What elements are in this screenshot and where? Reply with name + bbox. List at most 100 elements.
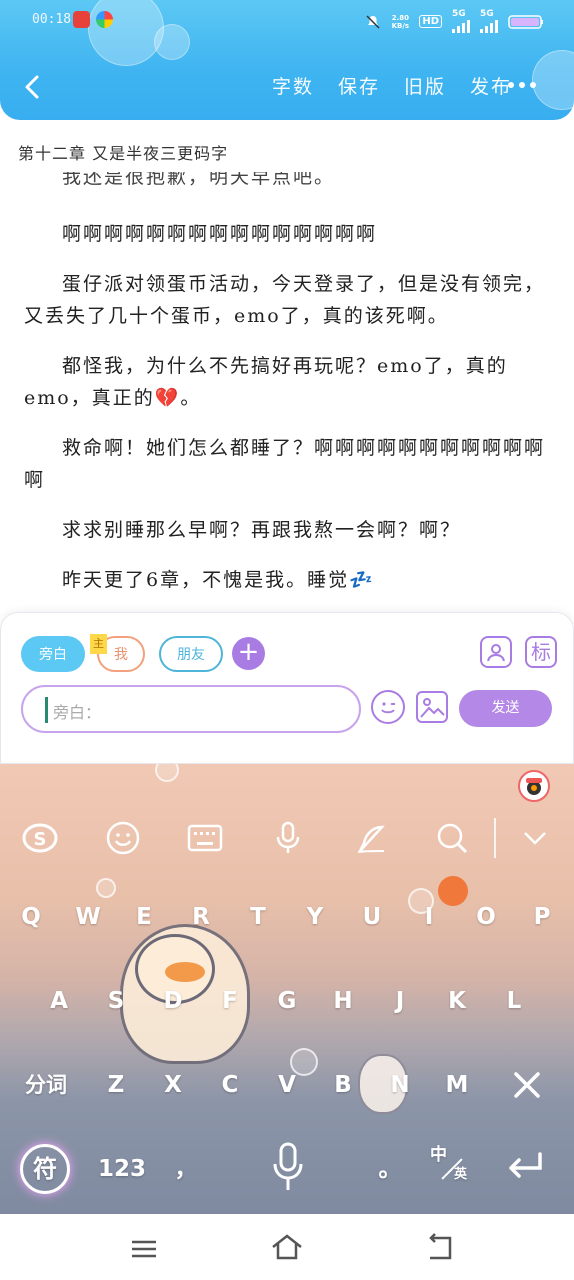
- key-b[interactable]: B: [321, 1060, 365, 1110]
- cut-off-line: 我还是很抱歉，明天早点吧。: [62, 172, 336, 188]
- smiley-icon: [381, 702, 395, 714]
- status-right: 2.80 KB/s HD 5G 5G: [365, 10, 544, 33]
- key-v[interactable]: V: [265, 1060, 309, 1110]
- key-comma[interactable]: ，: [164, 1144, 208, 1194]
- key-fenci[interactable]: 分词: [14, 1060, 78, 1110]
- enter-icon: [509, 1152, 542, 1178]
- lang-en-label: 英: [454, 1167, 468, 1182]
- chevron-left-icon: [25, 75, 39, 99]
- paragraph: 求求别睡那么早啊？再跟我熬一会啊？啊？: [62, 519, 462, 541]
- key-k[interactable]: K: [435, 976, 479, 1026]
- quill-icon: [357, 825, 385, 853]
- emoji-button[interactable]: [371, 690, 405, 724]
- image-icon: [420, 698, 445, 718]
- enter-key[interactable]: [502, 1144, 546, 1194]
- word-count-button[interactable]: 字数: [272, 72, 314, 99]
- text-caret: [45, 697, 48, 723]
- space-voice-key[interactable]: [266, 1140, 310, 1200]
- key-numbers[interactable]: 123: [92, 1144, 152, 1194]
- article-body[interactable]: 啊啊啊啊啊啊啊啊啊啊啊啊啊啊啊 蛋仔派对领蛋币活动，今天登录了，但是没有领完，又…: [24, 218, 554, 614]
- key-f[interactable]: F: [208, 976, 252, 1026]
- key-p[interactable]: P: [520, 892, 564, 942]
- key-symbols[interactable]: 符: [20, 1144, 70, 1194]
- handwriting-button[interactable]: [349, 816, 393, 860]
- key-o[interactable]: O: [464, 892, 508, 942]
- hd-badge: HD: [419, 15, 442, 28]
- home-button[interactable]: [270, 1232, 304, 1262]
- emoji-keyboard-button[interactable]: [101, 816, 145, 860]
- dialogue-input[interactable]: 旁白：: [21, 685, 361, 733]
- back-button[interactable]: [18, 72, 48, 102]
- key-i[interactable]: I: [407, 892, 451, 942]
- paragraph: 蛋仔派对领蛋币活动，今天登录了，但是没有领完，又丢失了几十个蛋币，emo了，真的…: [24, 273, 546, 327]
- collapse-keyboard-button[interactable]: [513, 816, 557, 860]
- image-button[interactable]: [416, 691, 448, 723]
- key-d[interactable]: D: [151, 976, 195, 1026]
- decor-bubble: [155, 764, 179, 782]
- nav-bar: 字数 保存 旧版 发布: [0, 60, 574, 116]
- history-button[interactable]: 旧版: [404, 72, 446, 99]
- search-icon: [437, 823, 468, 854]
- key-g[interactable]: G: [265, 976, 309, 1026]
- dialogue-panel: 旁白 我 主 朋友 + 标 旁白： 发送: [0, 612, 574, 764]
- save-button[interactable]: 保存: [338, 72, 380, 99]
- key-period[interactable]: 。: [368, 1144, 412, 1194]
- recents-button[interactable]: [128, 1234, 160, 1262]
- mute-icon: [366, 14, 380, 29]
- key-h[interactable]: H: [321, 976, 365, 1026]
- key-u[interactable]: U: [350, 892, 394, 942]
- key-a[interactable]: A: [37, 976, 81, 1026]
- toolbar-divider: [494, 818, 496, 858]
- microphone-icon: [276, 821, 300, 853]
- app-root: 00:18 2.80 KB/s HD 5G 5G 字数 保存 旧版 发布 第十二…: [0, 0, 574, 1280]
- signal-2: 5G: [480, 10, 498, 33]
- search-button[interactable]: [430, 816, 474, 860]
- header-bar: 00:18 2.80 KB/s HD 5G 5G 字数 保存 旧版 发布: [0, 0, 574, 120]
- lang-zh-label: 中: [430, 1145, 447, 1165]
- key-q[interactable]: Q: [9, 892, 53, 942]
- key-s[interactable]: S: [94, 976, 138, 1026]
- key-e[interactable]: E: [122, 892, 166, 942]
- key-x[interactable]: X: [151, 1060, 195, 1110]
- status-time: 00:18: [32, 12, 72, 27]
- person-icon: [487, 644, 505, 662]
- tab-narration[interactable]: 旁白: [21, 636, 85, 672]
- main-role-tag: 主: [90, 634, 107, 654]
- key-w[interactable]: W: [66, 892, 110, 942]
- keyboard-mascot-icon[interactable]: [518, 770, 550, 802]
- key-t[interactable]: T: [236, 892, 280, 942]
- key-c[interactable]: C: [208, 1060, 252, 1110]
- key-z[interactable]: Z: [94, 1060, 138, 1110]
- paragraph: 啊啊啊啊啊啊啊啊啊啊啊啊啊啊啊: [62, 223, 378, 245]
- keyboard-layout-button[interactable]: [183, 816, 227, 860]
- voice-input-button[interactable]: [266, 816, 310, 860]
- key-r[interactable]: R: [179, 892, 223, 942]
- back-nav-button[interactable]: [424, 1232, 456, 1262]
- home-icon: [272, 1234, 302, 1260]
- role-manage-button[interactable]: [480, 636, 512, 668]
- input-placeholder: 旁白：: [53, 703, 102, 722]
- net-speed: 2.80 KB/s: [391, 13, 410, 30]
- key-y[interactable]: Y: [293, 892, 337, 942]
- more-dot-icon: [508, 82, 514, 88]
- key-l[interactable]: L: [492, 976, 536, 1026]
- paragraph: 昨天更了6章，不愧是我。睡觉💤: [62, 569, 375, 591]
- key-j[interactable]: J: [378, 976, 422, 1026]
- key-m[interactable]: M: [435, 1060, 479, 1110]
- language-switch-key[interactable]: 中 英: [424, 1144, 478, 1198]
- chevron-down-icon: [524, 832, 546, 845]
- signal-1: 5G: [452, 10, 470, 33]
- mark-button[interactable]: 标: [525, 636, 557, 668]
- backspace-key[interactable]: [505, 1060, 549, 1110]
- add-role-button[interactable]: +: [232, 637, 265, 670]
- send-button[interactable]: 发送: [459, 690, 552, 727]
- backspace-icon: [514, 1072, 540, 1098]
- key-n[interactable]: N: [378, 1060, 422, 1110]
- more-menu-button[interactable]: [508, 82, 536, 88]
- system-nav-bar: [0, 1214, 574, 1280]
- sogou-logo-button[interactable]: S: [18, 816, 62, 860]
- chapter-title[interactable]: 第十二章 又是半夜三更码字: [18, 140, 228, 164]
- battery-icon: [508, 14, 543, 29]
- tab-friend[interactable]: 朋友: [159, 636, 223, 672]
- publish-button[interactable]: 发布: [470, 72, 512, 99]
